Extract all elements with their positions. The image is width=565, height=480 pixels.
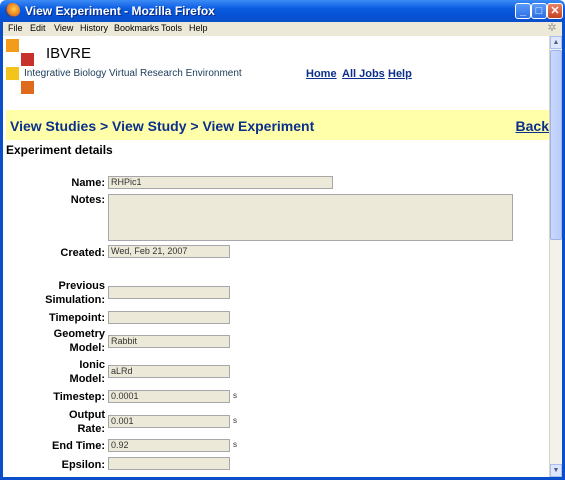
timepoint-label: Timepoint: <box>48 312 105 324</box>
logo-subtitle: Integrative Biology Virtual Research Env… <box>24 68 242 79</box>
previous-simulation-label: Previous Simulation: <box>23 279 105 307</box>
logo-square-red <box>21 53 34 66</box>
output-rate-label-line1: Output <box>68 409 105 421</box>
scroll-thumb[interactable] <box>550 50 562 240</box>
timestep-label: Timestep: <box>53 391 105 403</box>
close-button[interactable]: ✕ <box>547 3 563 19</box>
scroll-up-icon[interactable]: ▲ <box>550 36 562 49</box>
geometry-model-label: Geometry Model: <box>23 327 105 355</box>
scroll-down-icon[interactable]: ▼ <box>550 464 562 477</box>
nav-home-link[interactable]: Home <box>306 68 337 80</box>
name-label: Name: <box>71 177 105 189</box>
breadcrumb[interactable]: View Studies > View Study > View Experim… <box>10 118 314 134</box>
epsilon-label: Epsilon: <box>61 459 105 471</box>
section-title: Experiment details <box>6 143 113 157</box>
geometry-model-label-line1: Geometry <box>53 328 105 340</box>
ionic-model-label: Ionic Model: <box>23 358 105 386</box>
geometry-model-field[interactable]: Rabbit <box>108 335 230 348</box>
logo-title: IBVRE <box>46 45 92 62</box>
name-field[interactable]: RHPic1 <box>108 176 333 189</box>
window-title: View Experiment - Mozilla Firefox <box>25 4 215 18</box>
menu-help[interactable]: Help <box>189 23 208 33</box>
timepoint-field[interactable] <box>108 311 230 324</box>
created-label: Created: <box>60 247 105 259</box>
logo-square-dark-orange <box>21 81 34 94</box>
output-rate-label-line2: Rate: <box>77 423 105 435</box>
window-titlebar: View Experiment - Mozilla Firefox _ □ ✕ <box>0 0 565 22</box>
epsilon-field[interactable] <box>108 457 230 470</box>
previous-simulation-label-line2: Simulation: <box>45 294 105 306</box>
end-time-field[interactable]: 0.92 <box>108 439 230 452</box>
output-rate-label: Output Rate: <box>23 408 105 436</box>
ionic-model-label-line2: Model: <box>69 373 105 385</box>
breadcrumb-bar: View Studies > View Study > View Experim… <box>6 110 549 140</box>
ionic-model-field[interactable]: aLRd <box>108 365 230 378</box>
output-rate-unit: s <box>233 416 237 425</box>
firefox-icon <box>5 3 20 18</box>
menu-tools[interactable]: Tools <box>161 23 182 33</box>
back-link[interactable]: Back <box>516 118 549 134</box>
minimize-button[interactable]: _ <box>515 3 531 19</box>
menu-edit[interactable]: Edit <box>30 23 46 33</box>
previous-simulation-field[interactable] <box>108 286 230 299</box>
throbber-icon: ✲ <box>547 22 557 34</box>
created-field[interactable]: Wed, Feb 21, 2007 <box>108 245 230 258</box>
logo-square-yellow <box>6 67 19 80</box>
menu-file[interactable]: File <box>8 23 23 33</box>
nav-help-link[interactable]: Help <box>388 68 412 80</box>
geometry-model-label-line2: Model: <box>69 342 105 354</box>
end-time-label: End Time: <box>52 440 105 452</box>
vertical-scrollbar[interactable]: ▲ ▼ <box>549 36 562 477</box>
timestep-field[interactable]: 0.0001 <box>108 390 230 403</box>
output-rate-field[interactable]: 0.001 <box>108 415 230 428</box>
logo-square-orange <box>6 39 19 52</box>
page-content: IBVRE Integrative Biology Virtual Resear… <box>0 36 565 480</box>
timestep-unit: s <box>233 391 237 400</box>
nav-all-jobs-link[interactable]: All Jobs <box>342 68 385 80</box>
notes-field[interactable] <box>108 194 513 241</box>
end-time-unit: s <box>233 440 237 449</box>
menu-bar: File Edit View History Bookmarks Tools H… <box>0 22 565 36</box>
notes-label: Notes: <box>70 194 105 206</box>
menu-view[interactable]: View <box>54 23 73 33</box>
ionic-model-label-line1: Ionic <box>79 359 105 371</box>
menu-history[interactable]: History <box>80 23 108 33</box>
menu-bookmarks[interactable]: Bookmarks <box>114 23 159 33</box>
previous-simulation-label-line1: Previous <box>58 280 105 292</box>
maximize-button[interactable]: □ <box>531 3 547 19</box>
